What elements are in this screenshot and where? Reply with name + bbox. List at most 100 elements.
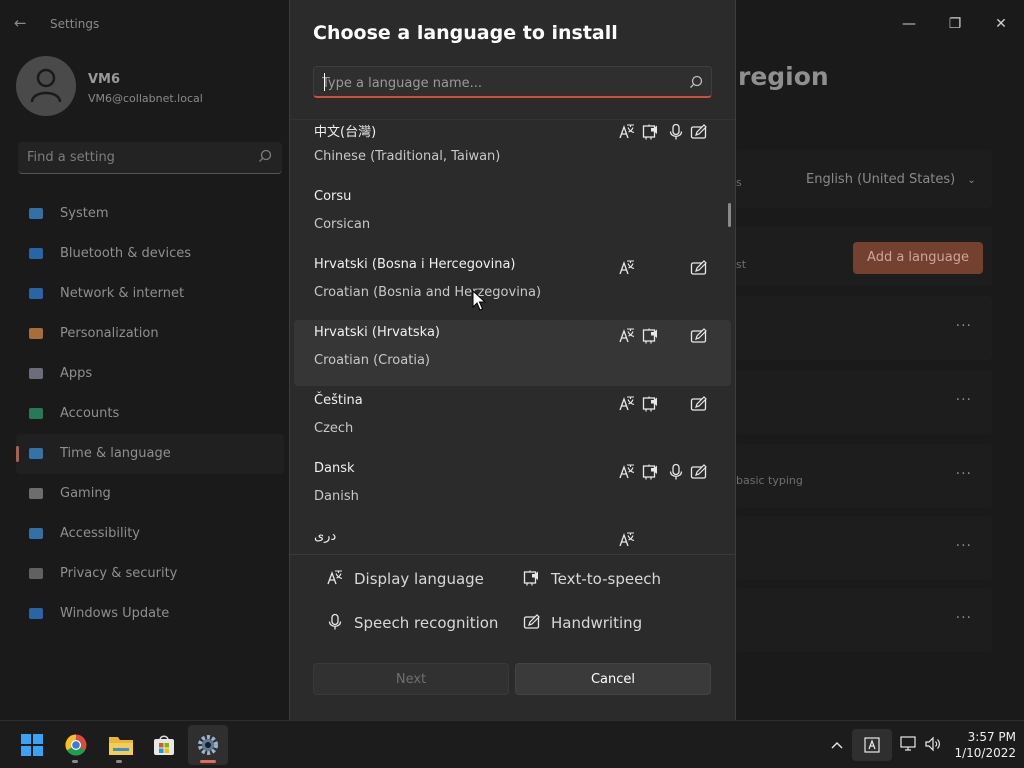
person-icon <box>30 68 62 103</box>
find-setting-input[interactable]: Find a setting <box>18 142 282 174</box>
language-row[interactable]: ··· <box>736 516 992 580</box>
sidebar-item-apps[interactable]: Apps <box>16 354 284 394</box>
language-option[interactable]: دری <box>294 524 731 554</box>
sidebar-item-label: Privacy & security <box>60 566 178 581</box>
language-option[interactable]: Hrvatski (Hrvatska) Croatian (Croatia) <box>294 320 731 386</box>
language-native-name: Corsu <box>314 189 352 204</box>
sidebar-item-personalization[interactable]: Personalization <box>16 314 284 354</box>
legend-label: Display language <box>354 570 484 588</box>
chrome-icon <box>65 734 87 756</box>
search-icon <box>259 149 272 162</box>
chevron-up-icon <box>831 742 843 749</box>
text-to-speech-icon <box>642 123 660 141</box>
display-language-icon <box>618 463 636 481</box>
show-hidden-icons-chevron[interactable] <box>830 735 844 755</box>
more-options-icon[interactable]: ··· <box>956 538 972 554</box>
language-native-name: Hrvatski (Bosna i Hercegovina) <box>314 257 516 272</box>
sidebar-item-bluetooth-devices[interactable]: Bluetooth & devices <box>16 234 284 274</box>
system-icon <box>28 206 44 222</box>
more-options-icon[interactable]: ··· <box>956 318 972 334</box>
text-to-speech-icon <box>642 463 660 481</box>
sidebar-item-accounts[interactable]: Accounts <box>16 394 284 434</box>
minimize-button[interactable]: — <box>886 8 932 40</box>
handwriting-icon <box>690 259 708 277</box>
language-option[interactable]: Čeština Czech <box>294 388 731 454</box>
legend-label: Text-to-speech <box>551 570 662 588</box>
chrome-taskbar-button[interactable] <box>56 725 96 765</box>
taskbar: 3:57 PM 1/10/2022 <box>0 720 1024 768</box>
ime-icon <box>864 737 880 753</box>
file-explorer-taskbar-button[interactable] <box>100 725 140 765</box>
clock[interactable]: 3:57 PM 1/10/2022 <box>946 729 1016 761</box>
volume-control[interactable] <box>924 735 942 755</box>
language-english-name: Danish <box>314 489 359 504</box>
input-method-button[interactable] <box>852 729 892 761</box>
language-row[interactable]: ··· <box>736 588 992 652</box>
more-options-icon[interactable]: ··· <box>956 392 972 408</box>
store-taskbar-button[interactable] <box>144 725 184 765</box>
user-email: VM6@collabnet.local <box>88 92 203 105</box>
display-language-icon <box>618 531 636 549</box>
settings-nav: System Bluetooth & devices Network & inter… <box>16 194 284 634</box>
update-icon <box>28 606 44 622</box>
page-title: region <box>738 62 829 91</box>
sidebar-item-privacy-security[interactable]: Privacy & security <box>16 554 284 594</box>
legend-label: Speech recognition <box>354 614 499 632</box>
sidebar-item-system[interactable]: System <box>16 194 284 234</box>
handwriting-icon <box>690 327 708 345</box>
sidebar-item-time-language[interactable]: Time & language <box>16 434 284 474</box>
scrollbar-thumb[interactable] <box>728 203 731 227</box>
settings-taskbar-button[interactable] <box>188 725 228 765</box>
language-search-box[interactable] <box>313 66 712 98</box>
language-english-name: Croatian (Croatia) <box>314 353 430 368</box>
maximize-button[interactable]: ❐ <box>932 8 978 40</box>
back-arrow-icon[interactable]: ← <box>14 14 32 32</box>
handwriting-icon <box>690 395 708 413</box>
language-english-name: Croatian (Bosnia and Herzegovina) <box>314 285 542 300</box>
language-option[interactable]: Hrvatski (Bosna i Hercegovina) Croatian (… <box>294 252 731 318</box>
language-option[interactable]: Dansk Danish <box>294 456 731 522</box>
next-button[interactable]: Next <box>313 663 509 695</box>
start-icon <box>21 734 43 756</box>
sidebar-item-label: Accounts <box>60 406 120 421</box>
start-button[interactable] <box>12 725 52 765</box>
language-native-name: دری <box>314 529 337 544</box>
network-status[interactable] <box>900 735 918 755</box>
more-options-icon[interactable]: ··· <box>956 466 972 482</box>
display-language-icon <box>618 395 636 413</box>
language-row[interactable]: ··· <box>736 296 992 360</box>
gamepad-icon <box>28 486 44 502</box>
language-option[interactable]: Corsu Corsican <box>294 184 731 250</box>
cancel-button[interactable]: Cancel <box>515 663 711 695</box>
shield-icon <box>28 566 44 582</box>
language-row[interactable]: basic typing ··· <box>736 444 992 508</box>
legend-label: Handwriting <box>551 614 643 632</box>
close-button[interactable]: ✕ <box>978 8 1024 40</box>
display-language-icon <box>618 123 636 141</box>
more-options-icon[interactable]: ··· <box>956 610 972 626</box>
user-profile: VM6 VM6@collabnet.local <box>16 56 276 120</box>
display-language-icon <box>618 327 636 345</box>
microphone-icon <box>667 123 685 141</box>
handwriting-icon <box>690 463 708 481</box>
language-native-name: 中文(台灣) <box>314 125 377 140</box>
dialog-title: Choose a language to install <box>313 22 618 44</box>
language-list[interactable]: دری Dansk Danish Čeština Czech Hrvatski (Hrva… <box>290 119 735 554</box>
sidebar-item-label: System <box>60 206 109 221</box>
sidebar-item-windows-update[interactable]: Windows Update <box>16 594 284 634</box>
language-english-name: Czech <box>314 421 354 436</box>
row-text: basic typing <box>736 474 803 487</box>
windows-display-language-select[interactable]: English (United States) ⌄ <box>806 172 976 187</box>
add-language-button[interactable]: Add a language <box>853 242 983 274</box>
language-row[interactable]: ··· <box>736 370 992 434</box>
language-option[interactable]: 中文(台灣) Chinese (Traditional, Taiwan) <box>294 120 731 182</box>
bluetooth-icon <box>28 246 44 262</box>
text-to-speech-icon <box>642 395 660 413</box>
language-native-name: Dansk <box>314 461 355 476</box>
language-search-input[interactable] <box>322 73 682 93</box>
app-title: Settings <box>50 17 100 31</box>
sidebar-item-gaming[interactable]: Gaming <box>16 474 284 514</box>
running-indicator <box>72 760 78 763</box>
sidebar-item-accessibility[interactable]: Accessibility <box>16 514 284 554</box>
sidebar-item-network-internet[interactable]: Network & internet <box>16 274 284 314</box>
